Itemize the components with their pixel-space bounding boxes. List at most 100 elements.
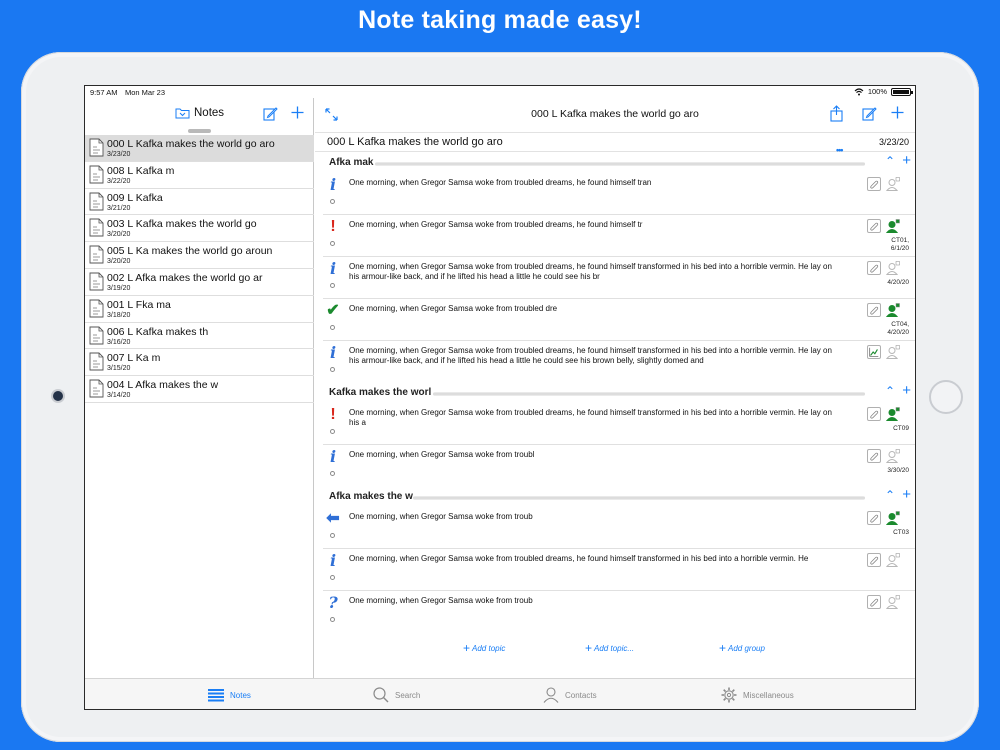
edit-note-icon[interactable]	[862, 106, 877, 121]
note-document-icon	[89, 245, 104, 264]
note-list-date: 3/18/20	[107, 311, 131, 319]
add-entry-icon[interactable]: +	[902, 486, 911, 503]
topic-text: One morning, when Gregor Samsa woke from…	[349, 304, 558, 313]
topic-entry[interactable]: i One morning, when Gregor Samsa woke fro…	[323, 341, 915, 383]
note-list-item[interactable]: 005 L Ka makes the world go aroun 3/20/20	[85, 242, 314, 269]
attachment-icon[interactable]	[867, 261, 881, 275]
topic-entry[interactable]: i One morning, when Gregor Samsa woke fro…	[323, 257, 915, 299]
attachment-icon[interactable]	[867, 407, 881, 421]
contact-icon[interactable]	[886, 595, 900, 609]
note-list-item[interactable]: 006 L Kafka makes th 3/16/20	[85, 323, 314, 350]
topic-entry[interactable]: ! One morning, when Gregor Samsa woke fro…	[323, 403, 915, 445]
home-button[interactable]	[929, 380, 963, 414]
chart-attachment-icon[interactable]	[867, 345, 881, 359]
note-detail: 000 L Kafka makes the world go aro 000 L…	[315, 98, 915, 678]
info-icon: i	[329, 259, 337, 278]
add-entry-icon[interactable]: +	[902, 382, 911, 399]
status-circle-icon[interactable]	[330, 241, 335, 246]
assigned-contact-icon[interactable]	[886, 407, 900, 421]
status-circle-icon[interactable]	[330, 575, 335, 580]
note-list-item[interactable]: 007 L Ka m 3/15/20	[85, 349, 314, 377]
contact-icon[interactable]	[886, 449, 900, 463]
note-list-item[interactable]: 000 L Kafka makes the world go aro 3/23/2…	[85, 135, 314, 162]
notes-list: 000 L Kafka makes the world go aro 3/23/2…	[85, 135, 314, 403]
tab-contacts[interactable]: Contacts	[543, 685, 597, 705]
note-document-icon	[89, 352, 104, 371]
attachment-icon[interactable]	[867, 303, 881, 317]
topic-entry[interactable]: i One morning, when Gregor Samsa woke fro…	[323, 445, 915, 487]
attachment-icon[interactable]	[867, 177, 881, 191]
note-list-item[interactable]: 004 L Afka makes the w 3/14/20	[85, 376, 314, 403]
status-circle-icon[interactable]	[330, 429, 335, 434]
group-divider	[413, 496, 865, 500]
status-circle-icon[interactable]	[330, 471, 335, 476]
note-list-title: 007 L Ka m	[107, 352, 161, 365]
status-circle-icon[interactable]	[330, 283, 335, 288]
add-icon[interactable]	[891, 106, 904, 119]
topic-text: One morning, when Gregor Samsa woke from…	[349, 554, 809, 563]
note-list-item[interactable]: 009 L Kafka 3/21/20	[85, 189, 314, 216]
topic-label: CT04, 4/20/20	[887, 321, 909, 336]
folder-dropdown-icon[interactable]	[175, 107, 190, 119]
detail-navbar: 000 L Kafka makes the world go aro	[315, 98, 915, 132]
note-list-item[interactable]: 008 L Kafka m 3/22/20	[85, 162, 314, 189]
topic-entry[interactable]: i One morning, when Gregor Samsa woke fro…	[323, 549, 915, 591]
gear-icon	[721, 687, 737, 703]
contact-icon[interactable]	[886, 261, 900, 275]
note-list-title: 002 L Afka makes the world go ar	[107, 271, 263, 284]
add-topic-link[interactable]: + Add topic	[463, 641, 505, 655]
collapse-chevron-icon[interactable]: ⌃	[885, 488, 895, 502]
assigned-contact-icon[interactable]	[886, 303, 900, 317]
drag-handle[interactable]	[188, 129, 211, 133]
collapse-chevron-icon[interactable]: ⌃	[885, 384, 895, 398]
contact-icon[interactable]	[886, 553, 900, 567]
add-group-label: Add group	[728, 644, 765, 653]
topic-entry[interactable]: ✔ One morning, when Gregor Samsa woke fro…	[323, 299, 915, 341]
note-list-item[interactable]: 001 L Fka ma 3/18/20	[85, 296, 314, 323]
status-time: 9:57 AM	[90, 88, 118, 97]
topic-entry[interactable]: ? One morning, when Gregor Samsa woke fro…	[323, 591, 915, 633]
info-icon: i	[329, 175, 337, 194]
add-note-icon[interactable]	[291, 106, 304, 119]
compose-icon[interactable]	[263, 106, 278, 121]
status-date: Mon Mar 23	[125, 88, 166, 97]
share-icon[interactable]	[830, 105, 843, 122]
topic-entry[interactable]: ⬅ One morning, when Gregor Samsa woke fro…	[323, 507, 915, 549]
add-topic-more-label: Add topic...	[594, 644, 635, 653]
add-topic-more-link[interactable]: + Add topic...	[585, 641, 634, 655]
topic-text: One morning, when Gregor Samsa woke from…	[349, 262, 832, 281]
contact-icon[interactable]	[886, 177, 900, 191]
topic-label: 4/20/20	[887, 279, 909, 286]
wifi-icon	[854, 87, 864, 95]
tab-search[interactable]: Search	[373, 685, 420, 705]
status-circle-icon[interactable]	[330, 367, 335, 372]
topic-entry[interactable]: ! One morning, when Gregor Samsa woke fro…	[323, 215, 915, 257]
group-title: Afka makes the w	[329, 491, 413, 502]
note-list-item[interactable]: 003 L Kafka makes the world go 3/20/20	[85, 215, 314, 243]
status-circle-icon[interactable]	[330, 199, 335, 204]
attachment-icon[interactable]	[867, 553, 881, 567]
assigned-contact-icon[interactable]	[886, 219, 900, 233]
add-entry-icon[interactable]: +	[902, 152, 911, 169]
status-circle-icon[interactable]	[330, 533, 335, 538]
battery-percent: 100%	[867, 87, 887, 96]
attachment-icon[interactable]	[867, 449, 881, 463]
attachment-icon[interactable]	[867, 511, 881, 525]
status-circle-icon[interactable]	[330, 325, 335, 330]
attachment-icon[interactable]	[867, 595, 881, 609]
collapse-chevron-icon[interactable]: ⌃	[885, 154, 895, 168]
info-icon: i	[329, 343, 337, 362]
topic-actions	[867, 595, 903, 611]
topic-text: One morning, when Gregor Samsa woke from…	[349, 346, 832, 365]
status-circle-icon[interactable]	[330, 617, 335, 622]
plus-icon: +	[585, 641, 593, 655]
attachment-icon[interactable]	[867, 219, 881, 233]
contact-icon[interactable]	[886, 345, 900, 359]
tab-notes[interactable]: Notes	[208, 685, 251, 705]
tab-miscellaneous[interactable]: Miscellaneous	[721, 685, 794, 705]
add-group-link[interactable]: + Add group	[719, 641, 765, 655]
topic-entry[interactable]: i One morning, when Gregor Samsa woke fro…	[323, 173, 915, 215]
note-list-item[interactable]: 002 L Afka makes the world go ar 3/19/20	[85, 269, 314, 296]
note-list-date: 3/23/20	[107, 151, 131, 158]
assigned-contact-icon[interactable]	[886, 511, 900, 525]
